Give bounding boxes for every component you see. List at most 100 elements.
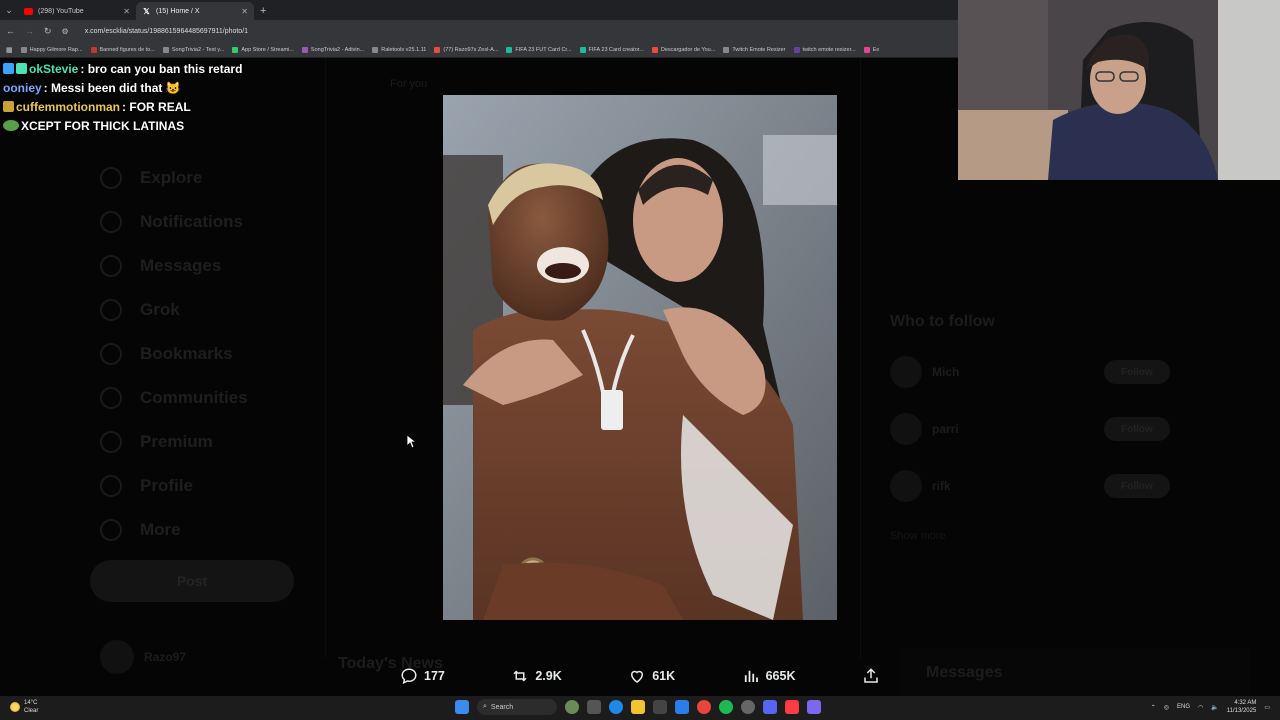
weather-condition: Clear [24, 708, 39, 714]
reply-button[interactable]: 177 [400, 667, 445, 685]
close-icon[interactable]: ✕ [241, 7, 248, 16]
bookmark-item[interactable]: App Store / Streami... [232, 46, 294, 53]
bookmark-item[interactable]: SongTrivia2 - Test y... [162, 46, 224, 53]
bookmark-item[interactable]: twitch emote resizer... [793, 46, 856, 53]
account-switcher[interactable]: Razo97 [100, 640, 186, 674]
repost-icon [513, 670, 527, 682]
share-button[interactable] [862, 667, 880, 685]
start-button-icon[interactable] [455, 700, 469, 714]
sidebar-item-notifications[interactable]: Notifications [100, 211, 243, 233]
bookmark-item[interactable]: Happy Gilmore Rap... [20, 46, 83, 53]
follow-button[interactable]: Follow [1104, 360, 1170, 384]
post-photo[interactable] [443, 95, 837, 620]
stream-chat-overlay: okStevie: bro can you ban this retard oo… [3, 60, 243, 136]
follow-suggestion: rifk Follow [890, 466, 1170, 506]
apps-grid-icon[interactable]: ▦ [6, 46, 13, 54]
heart-icon [631, 670, 644, 683]
bookmark-item[interactable]: (77) Razo97s Zesl-A... [434, 46, 498, 53]
music-icon[interactable] [785, 700, 799, 714]
back-icon[interactable]: ← [6, 26, 15, 36]
sidebar-item-messages[interactable]: Messages [100, 255, 221, 277]
bookmark-icon [100, 343, 122, 365]
language-indicator[interactable]: ENG [1177, 704, 1190, 710]
tab-x-home[interactable]: 𝕏 (15) Home / X ✕ [136, 2, 254, 20]
more-icon [100, 519, 122, 541]
url-field[interactable]: x.com/escklia/status/1988615964485697911… [85, 28, 248, 35]
like-button[interactable]: 61K [628, 667, 675, 685]
taskbar-apps: ⌕ Search [455, 699, 821, 715]
views-button[interactable]: 665K [742, 667, 796, 685]
post-button[interactable]: Post [90, 560, 294, 602]
reload-icon[interactable]: ↻ [44, 26, 52, 37]
chevron-up-icon[interactable]: ⌃ [1151, 704, 1156, 711]
task-view-icon[interactable] [587, 700, 601, 714]
network-icon[interactable]: ◎ [1164, 704, 1169, 711]
bookmark-favicon-icon [372, 46, 379, 53]
profile-name: Razo97 [144, 650, 187, 664]
bookmark-favicon-icon [162, 46, 169, 53]
sidebar-item-grok[interactable]: Grok [100, 299, 180, 321]
sub-badge-icon [3, 101, 14, 112]
follow-suggestion: parri Follow [890, 409, 1170, 449]
bookmark-item[interactable]: Twitch Emote Resizer [723, 46, 786, 53]
wifi-icon[interactable]: ◠ [1198, 704, 1203, 711]
chrome-icon[interactable] [697, 700, 711, 714]
discord-icon[interactable] [763, 700, 777, 714]
mouse-cursor-icon [407, 435, 417, 449]
taskbar-search[interactable]: ⌕ Search [477, 699, 557, 715]
bookmark-favicon-icon [232, 46, 239, 53]
volume-icon[interactable]: 🔈 [1211, 704, 1218, 711]
new-tab-button[interactable]: + [254, 2, 272, 20]
show-more-link[interactable]: Show more [890, 530, 946, 542]
widget-icon[interactable] [565, 700, 579, 714]
bookmark-item[interactable]: SongTrivia2 - Adivin... [301, 46, 364, 53]
site-info-icon[interactable]: ⚙ [62, 27, 69, 36]
search-icon [100, 167, 122, 189]
bookmark-favicon-icon [793, 46, 800, 53]
bookmark-item[interactable]: Banned figures de to... [90, 46, 155, 53]
notification-icon[interactable]: ▭ [1264, 704, 1270, 711]
windows-taskbar: 14°C Clear ⌕ Search ⌃ ◎ ENG ◠ 🔈 4:32 AM … [0, 696, 1280, 720]
mail-icon[interactable] [675, 700, 689, 714]
avatar [890, 413, 922, 445]
column-divider [860, 58, 861, 658]
file-explorer-icon[interactable] [631, 700, 645, 714]
bookmark-item[interactable]: Raletools v25.1.11 [372, 46, 426, 53]
obs-icon[interactable] [741, 700, 755, 714]
spotify-icon[interactable] [719, 700, 733, 714]
bookmark-item[interactable]: FIFA 23 Card creator... [579, 46, 644, 53]
feed-tab-for-you[interactable]: For you [390, 78, 427, 90]
app-icon[interactable] [807, 700, 821, 714]
repost-count: 2.9K [535, 669, 562, 683]
search-icon: ⌕ [483, 703, 487, 710]
sidebar-item-explore[interactable]: Explore [100, 167, 202, 189]
view-count: 665K [765, 669, 796, 683]
edge-icon[interactable] [609, 700, 623, 714]
store-icon[interactable] [653, 700, 667, 714]
tab-search-chevron-icon[interactable]: ⌄ [0, 0, 18, 20]
chat-text: Messi been did that 😺 [51, 81, 181, 95]
sidebar-item-profile[interactable]: Profile [100, 475, 193, 497]
sidebar-item-more[interactable]: More [100, 519, 181, 541]
messages-panel[interactable]: Messages [900, 648, 1250, 696]
bookmark-favicon-icon [579, 46, 586, 53]
bookmark-item[interactable]: Es [863, 46, 879, 53]
sidebar-item-communities[interactable]: Communities [100, 387, 248, 409]
sidebar-item-premium[interactable]: Premium [100, 431, 213, 453]
weather-widget[interactable]: 14°C Clear [10, 699, 38, 715]
repost-button[interactable]: 2.9K [511, 667, 562, 685]
follow-button[interactable]: Follow [1104, 417, 1170, 441]
clock[interactable]: 4:32 AM 11/13/2025 [1227, 699, 1257, 715]
bookmark-item[interactable]: Descargador de You... [651, 46, 715, 53]
bookmark-favicon-icon [90, 46, 97, 53]
close-icon[interactable]: ✕ [123, 7, 130, 16]
follow-button[interactable]: Follow [1104, 474, 1170, 498]
tab-youtube[interactable]: (298) YouTube ✕ [18, 2, 136, 20]
bookmark-item[interactable]: FIFA 23 FUT Card Cr... [506, 46, 572, 53]
forward-icon[interactable]: → [25, 26, 34, 36]
like-count: 61K [652, 669, 676, 683]
sidebar-item-bookmarks[interactable]: Bookmarks [100, 343, 233, 365]
reply-count: 177 [424, 669, 445, 683]
chat-message: XCEPT FOR THICK LATINAS [3, 117, 243, 136]
who-to-follow-heading: Who to follow [890, 313, 995, 330]
